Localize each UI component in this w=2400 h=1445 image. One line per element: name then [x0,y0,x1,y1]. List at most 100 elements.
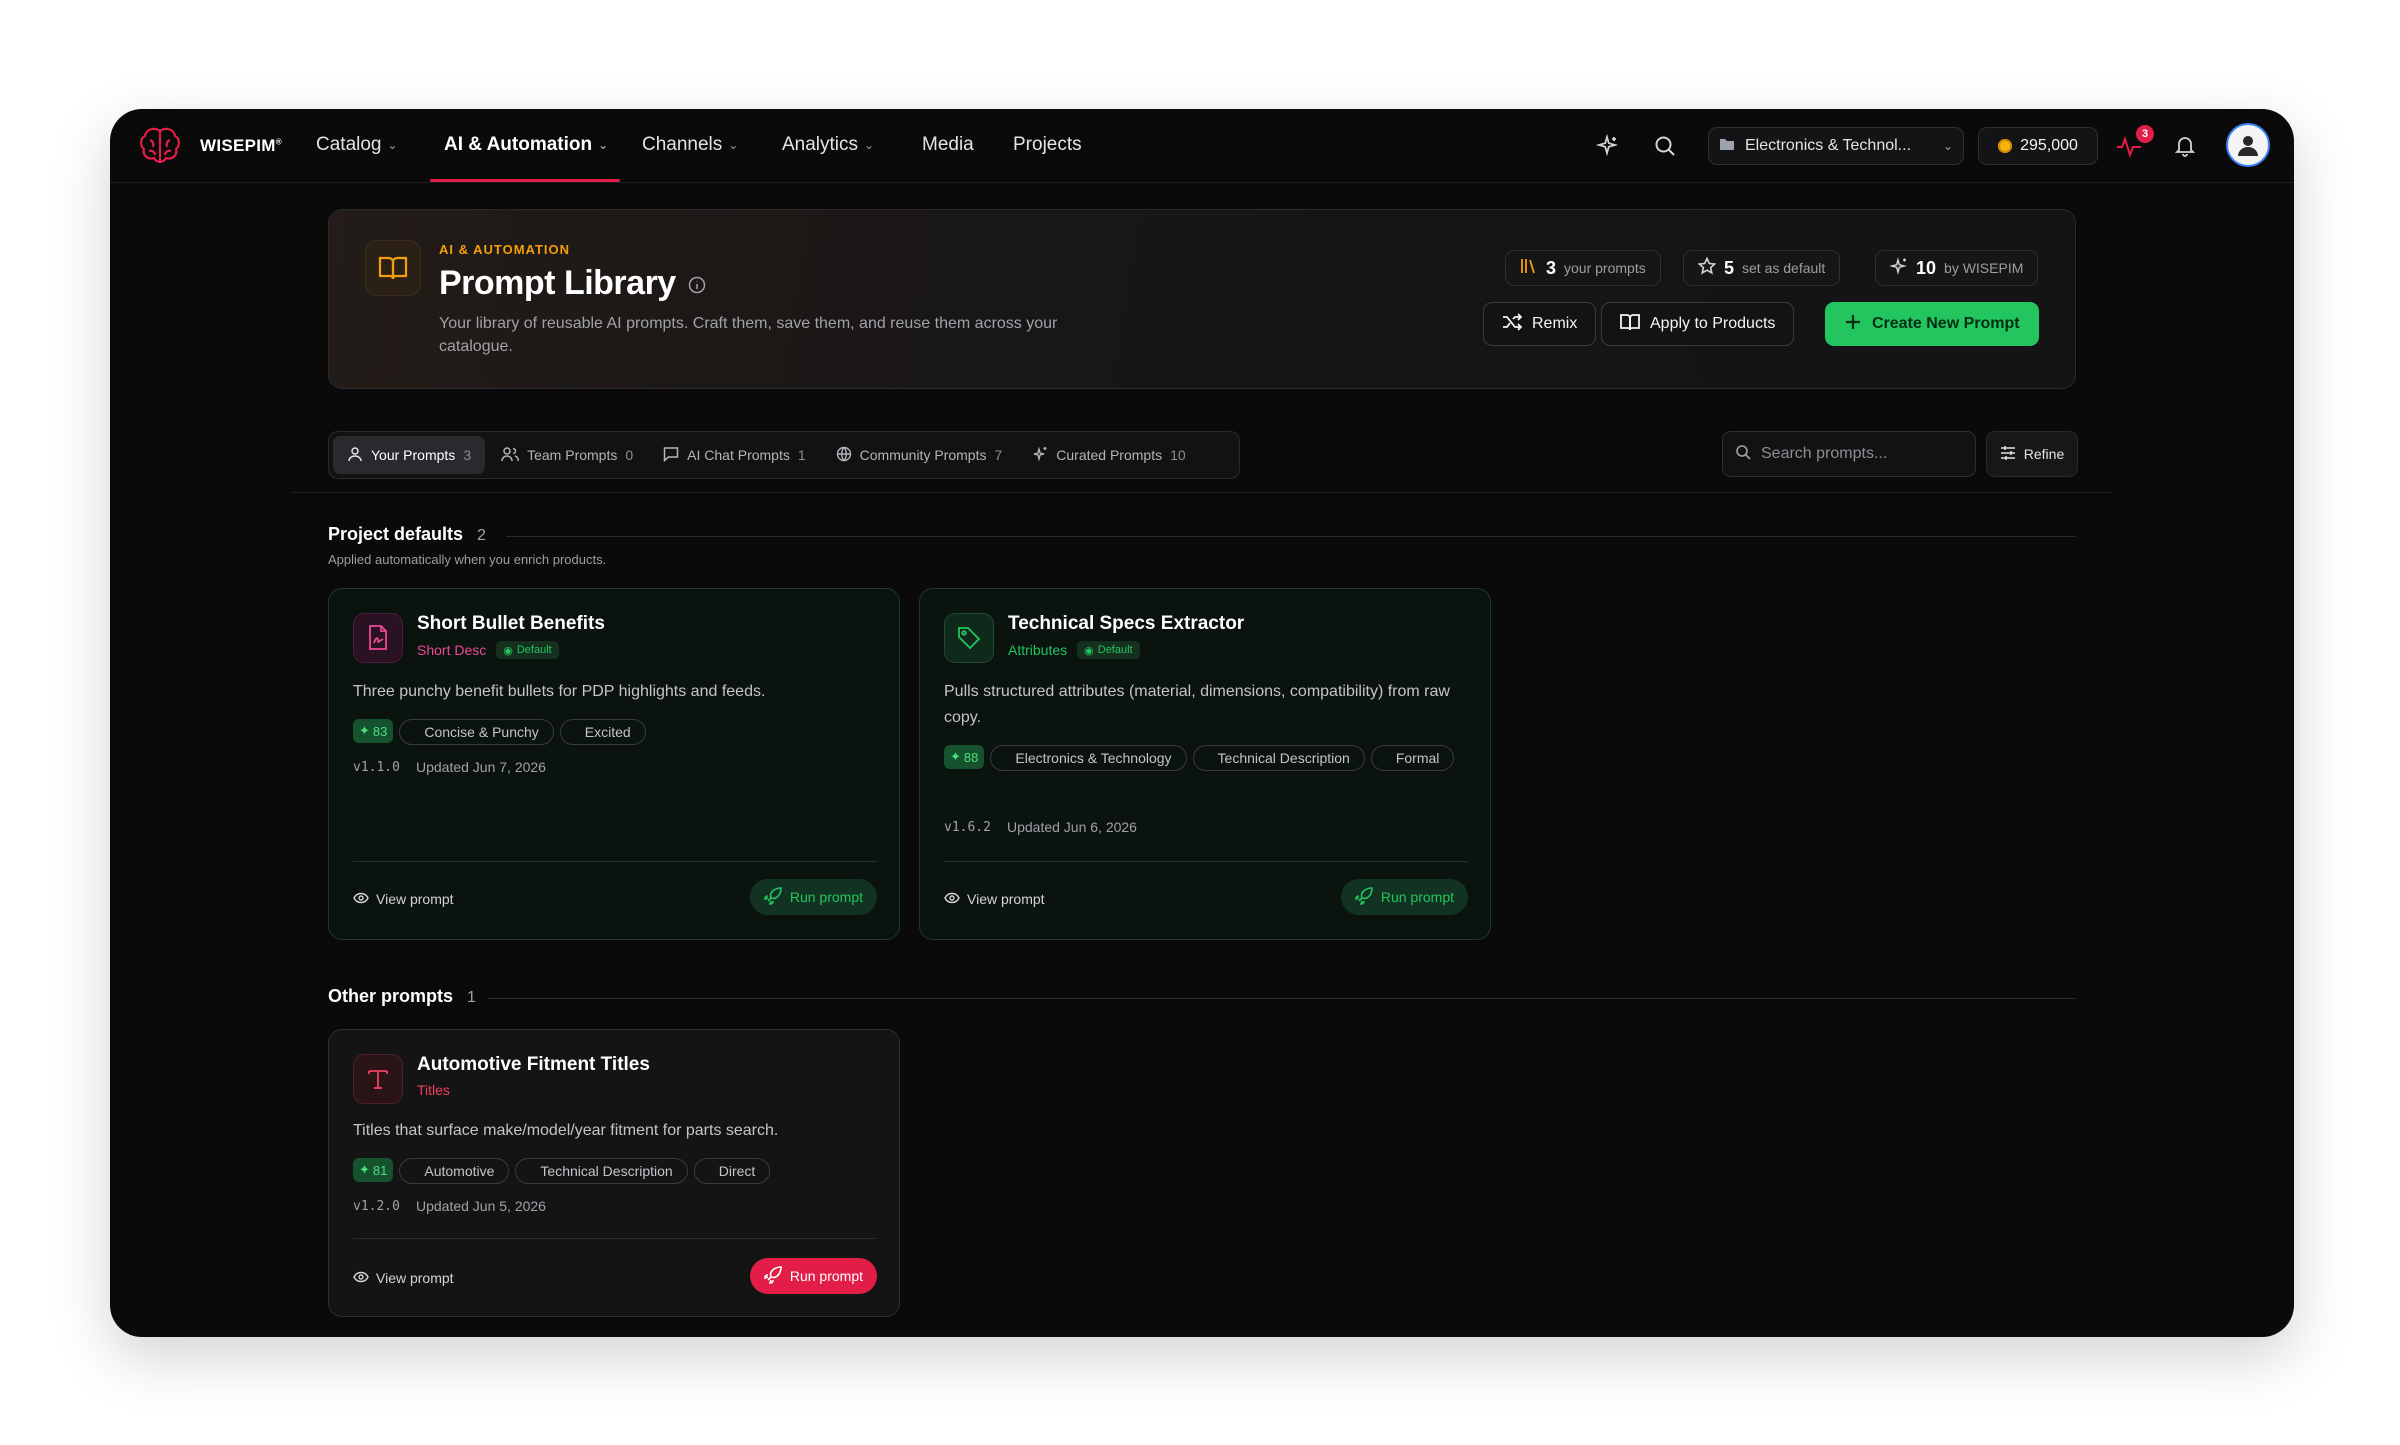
credits-balance[interactable]: 295,000 [1978,127,2098,165]
user-icon [347,446,363,465]
view-prompt-link[interactable]: View prompt [353,1270,454,1286]
page-description: Your library of reusable AI prompts. Cra… [439,315,1058,355]
eye-icon [353,891,369,907]
active-nav-indicator [430,179,620,182]
stat-your-prompts: 3 your prompts [1505,250,1661,286]
prompt-card[interactable]: Automotive Fitment Titles Titles Titles … [328,1029,900,1317]
sparkles-icon [1889,256,1908,280]
card-meta: Attributes ◉ Default [1008,641,1140,659]
card-divider [353,861,877,862]
book-open-icon [365,240,421,296]
search-icon [1735,444,1751,465]
section-title-project-defaults: Project defaults 2 [328,524,486,544]
quality-score: ✦ 88 [944,745,985,769]
prompt-library-header: AI & AUTOMATION Prompt Library Your libr… [328,209,2076,389]
apply-to-products-button[interactable]: Apply to Products [1601,302,1795,346]
nav-ai-automation[interactable]: AI & Automation ⌄ [444,134,608,156]
tag-chip[interactable]: Technical Description [515,1158,688,1184]
tab-community-prompts[interactable]: Community Prompts 7 [822,436,1017,474]
card-title[interactable]: Technical Specs Extractor [1008,613,1244,635]
updated-label: Updated Jun 6, 2026 [1006,819,1137,835]
tag-chip[interactable]: Technical Description [1192,745,1365,771]
search-prompts-field[interactable] [1722,431,1976,477]
run-prompt-button[interactable]: Run prompt [1340,879,1468,915]
rocket-icon [764,886,782,908]
view-prompt-link[interactable]: View prompt [353,891,454,907]
tag-chip[interactable]: Formal [1370,745,1455,771]
run-prompt-button[interactable]: Run prompt [749,879,877,915]
card-version-row: v1.6.2 Updated Jun 6, 2026 [944,819,1137,835]
default-badge: ◉ Default [496,641,559,659]
prompt-card[interactable]: Technical Specs Extractor Attributes ◉ De… [919,588,1491,940]
stat-set-as-default: 5 set as default [1683,250,1841,286]
card-category: Attributes [1008,642,1068,658]
section-title-other-prompts: Other prompts 1 [328,986,476,1006]
version-label: v1.1.0 [353,759,400,775]
tag-chip[interactable]: Direct [693,1158,771,1184]
prompt-card[interactable]: Short Bullet Benefits Short Desc ◉ Defaul… [328,588,900,940]
tab-team-prompts[interactable]: Team Prompts 0 [487,436,647,474]
view-prompt-link[interactable]: View prompt [944,891,1045,907]
nav-catalog[interactable]: Catalog ⌄ [316,134,398,156]
default-badge: ◉ Default [1077,641,1140,659]
refine-button[interactable]: Refine [1986,431,2078,477]
project-select[interactable]: Electronics & Technol... ⌄ [1708,127,1964,165]
hero-eyebrow: AI & AUTOMATION [439,242,571,257]
app-window: WISEPIM® Catalog ⌄ AI & Automation ⌄ Chann… [110,109,2294,1337]
card-title[interactable]: Automotive Fitment Titles [417,1054,650,1076]
card-meta: Titles [417,1082,450,1098]
create-new-prompt-button[interactable]: Create New Prompt [1825,302,2039,346]
card-version-row: v1.1.0 Updated Jun 7, 2026 [353,759,546,775]
updated-label: Updated Jun 5, 2026 [415,1198,546,1214]
brain-logo-icon[interactable] [138,125,182,165]
tag-chip[interactable]: Electronics & Technology [990,745,1187,771]
check-circle-icon: ◉ [1084,644,1094,657]
card-divider [944,861,1468,862]
card-divider [353,1238,877,1239]
remix-button[interactable]: Remix [1483,302,1597,346]
prompt-source-tabs: Your Prompts 3 Team Prompts 0 AI Chat Prom… [328,431,1240,479]
tag-chip[interactable]: Concise & Punchy [399,719,554,745]
card-category: Titles [417,1082,450,1098]
tab-ai-chat-prompts[interactable]: AI Chat Prompts 1 [649,436,820,474]
card-tags: ✦ 88 Electronics & Technology Technical D… [944,745,1474,771]
nav-media[interactable]: Media [922,134,974,156]
message-square-icon [663,446,679,465]
users-icon [501,446,519,465]
bell-icon[interactable] [2170,131,2200,161]
nav-channels[interactable]: Channels ⌄ [642,134,738,156]
nav-projects[interactable]: Projects [1013,134,1082,156]
tab-your-prompts[interactable]: Your Prompts 3 [333,436,486,474]
check-circle-icon: ◉ [503,644,513,657]
sparkles-icon: ✦ [359,723,370,738]
tag-chip[interactable]: Automotive [399,1158,510,1184]
coin-icon [1998,139,2013,153]
tab-curated-prompts[interactable]: Curated Prompts 10 [1018,436,1199,474]
credits-value: 295,000 [2020,137,2078,154]
book-open-icon [1620,313,1640,336]
card-description: Three punchy benefit bullets for PDP hig… [353,683,766,700]
quality-score: ✦ 81 [353,1158,394,1182]
search-icon[interactable] [1650,131,1680,161]
tag-chip[interactable]: Excited [559,719,646,745]
nav-analytics[interactable]: Analytics ⌄ [782,134,874,156]
section-divider [506,536,2076,537]
library-icon [1520,258,1538,279]
star-icon [1697,256,1717,280]
sparkles-icon [1032,445,1048,465]
search-input[interactable] [1761,445,1951,463]
sparkles-icon: ✦ [950,749,961,764]
plus-icon [1844,313,1862,336]
card-title[interactable]: Short Bullet Benefits [417,613,605,635]
ai-sparkles-icon[interactable] [1592,131,1622,161]
user-avatar[interactable] [2226,123,2270,167]
chevron-down-icon: ⌄ [1942,139,1953,153]
card-category: Short Desc [417,642,487,658]
section-divider [488,998,2076,999]
chevron-down-icon: ⌄ [598,138,609,152]
run-prompt-button[interactable]: Run prompt [749,1258,877,1294]
eye-icon [944,891,960,907]
brand-name: WISEPIM® [200,136,282,155]
project-select-label: Electronics & Technol... [1745,137,1912,154]
info-icon[interactable] [688,264,706,303]
